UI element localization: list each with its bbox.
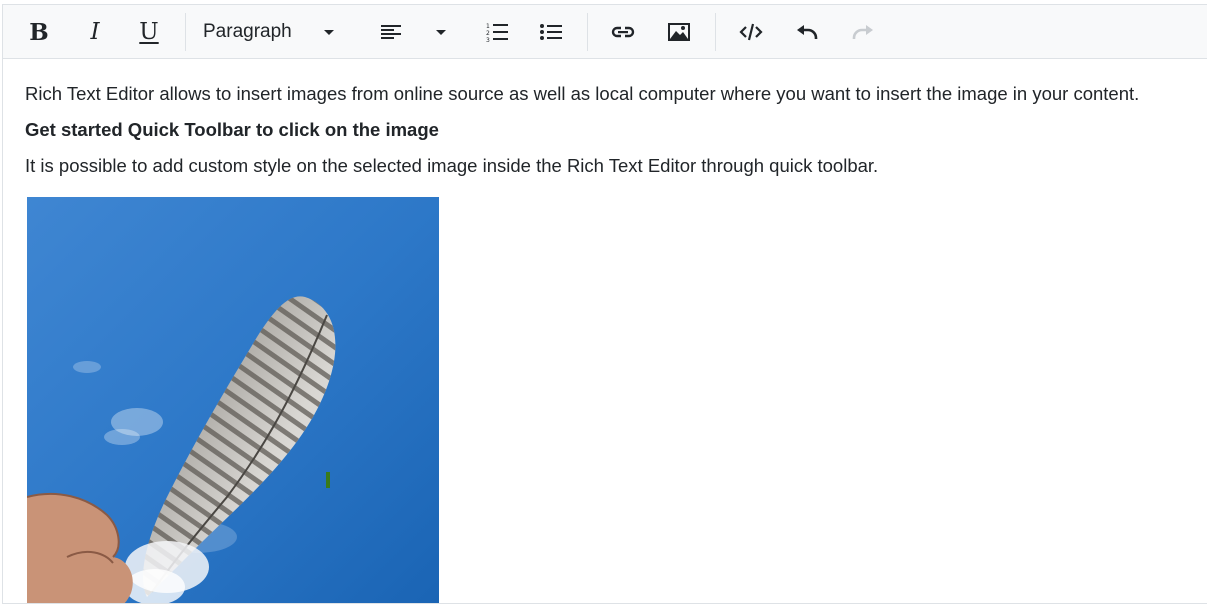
source-code-button[interactable] <box>737 14 765 50</box>
toolbar-separator <box>715 13 716 51</box>
content-paragraph: Rich Text Editor allows to insert images… <box>25 83 1140 104</box>
format-dropdown[interactable]: Paragraph <box>203 14 345 50</box>
bold-button[interactable]: B <box>25 14 53 50</box>
source-code-icon <box>739 23 763 41</box>
toolbar-separator <box>587 13 588 51</box>
redo-button[interactable] <box>849 14 877 50</box>
underline-icon: U <box>139 19 159 45</box>
underline-button[interactable]: U <box>135 14 163 50</box>
italic-button[interactable]: I <box>81 14 109 50</box>
align-left-icon <box>381 24 401 40</box>
content-paragraph: It is possible to add custom style on th… <box>25 155 879 176</box>
undo-button[interactable] <box>793 14 821 50</box>
align-dropdown-button[interactable] <box>429 14 453 50</box>
ordered-list-button[interactable]: 1 2 3 <box>483 14 511 50</box>
svg-text:2: 2 <box>486 30 490 37</box>
chevron-down-icon <box>323 29 335 36</box>
bold-icon: B <box>29 18 49 46</box>
undo-icon <box>796 24 818 40</box>
editor-content[interactable]: Rich Text Editor allows to insert images… <box>3 59 1207 603</box>
ordered-list-icon: 1 2 3 <box>486 22 508 42</box>
svg-text:1: 1 <box>486 23 490 30</box>
format-dropdown-value: Paragraph <box>203 21 292 42</box>
redo-icon <box>852 24 874 40</box>
insert-image-button[interactable] <box>665 14 693 50</box>
link-icon <box>611 25 635 39</box>
editor-toolbar: B I U Paragraph 1 2 3 <box>3 5 1207 59</box>
toolbar-separator <box>185 13 186 51</box>
content-heading: Get started Quick Toolbar to click on th… <box>25 119 439 140</box>
svg-text:3: 3 <box>486 37 490 42</box>
rich-text-editor: B I U Paragraph 1 2 3 Rich Text Editor a… <box>2 4 1207 604</box>
italic-icon: I <box>90 19 100 45</box>
feather-image[interactable] <box>27 197 439 603</box>
image-icon <box>668 23 690 41</box>
unordered-list-button[interactable] <box>537 14 565 50</box>
chevron-down-icon <box>435 29 447 36</box>
unordered-list-icon <box>540 23 562 41</box>
align-left-button[interactable] <box>377 14 405 50</box>
insert-link-button[interactable] <box>609 14 637 50</box>
